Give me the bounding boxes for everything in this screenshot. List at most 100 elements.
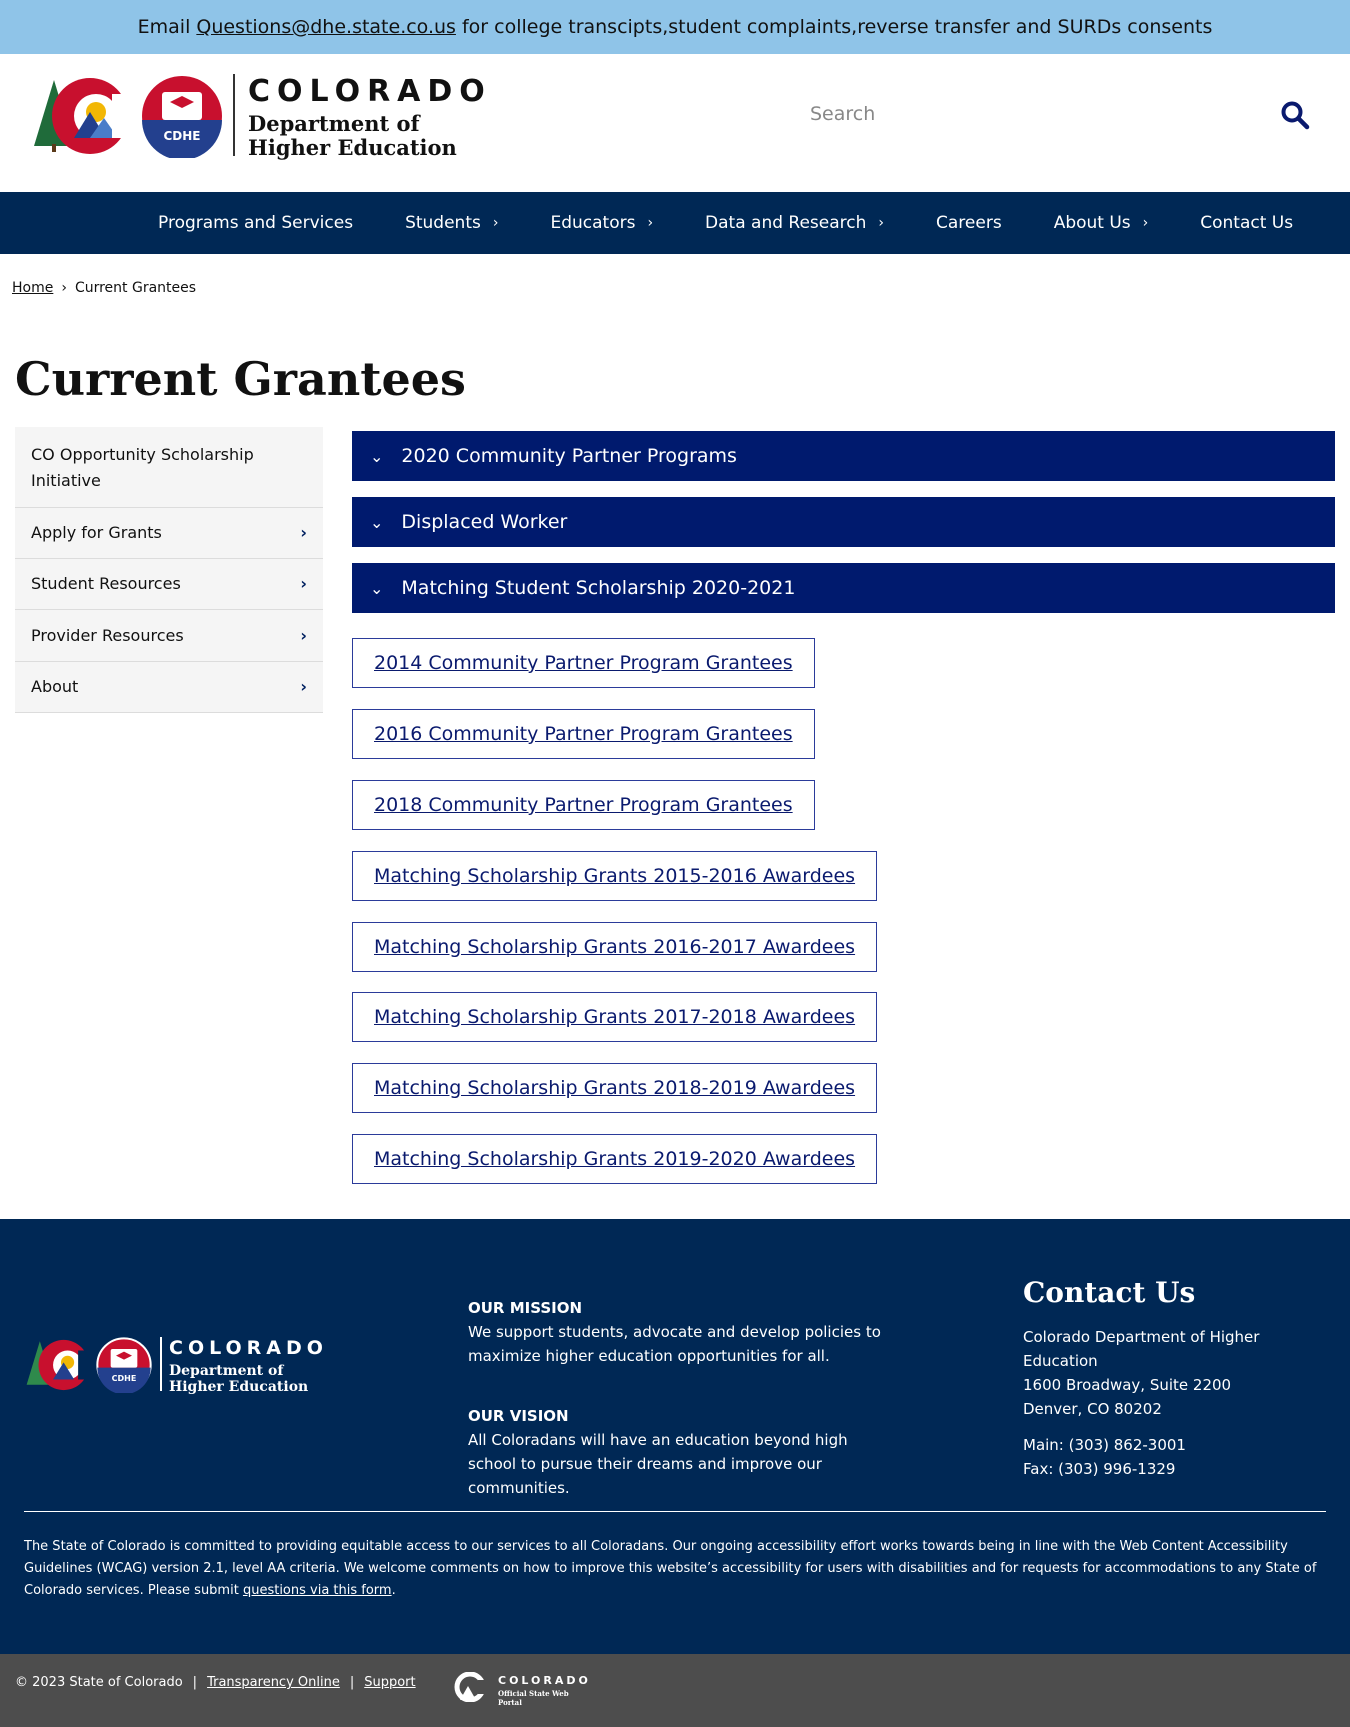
svg-text:CDHE: CDHE xyxy=(112,1374,137,1383)
nav-item-label: Data and Research xyxy=(705,213,867,233)
footer-divider xyxy=(24,1511,1326,1512)
nav-item-contact-us[interactable]: Contact Us xyxy=(1174,192,1319,254)
chevron-right-icon[interactable]: › xyxy=(1143,215,1149,231)
accordion-label: Matching Student Scholarship 2020-2021 xyxy=(401,577,796,599)
announcement-prefix: Email xyxy=(137,16,191,38)
page-title: Current Grantees xyxy=(15,352,466,406)
announcement-bar: Email Questions@dhe.state.co.us for coll… xyxy=(0,0,1350,54)
chevron-down-icon: ⌄ xyxy=(370,578,384,598)
footer-logo-dept: Department of Higher Education xyxy=(169,1363,309,1395)
breadcrumb: Home › Current Grantees xyxy=(12,280,196,296)
search-input[interactable] xyxy=(810,103,1250,125)
sidebar-item-student-resources[interactable]: Student Resources › xyxy=(15,559,323,610)
breadcrumb-home-link[interactable]: Home xyxy=(12,280,53,296)
contact-title: Contact Us xyxy=(1023,1276,1196,1309)
awardees-link-2018-2019[interactable]: Matching Scholarship Grants 2018-2019 Aw… xyxy=(352,1063,878,1113)
contact-phone: Main: (303) 862-3001 xyxy=(1023,1436,1186,1454)
link-label: 2016 Community Partner Program Grantees xyxy=(374,723,793,745)
link-label: Matching Scholarship Grants 2015-2016 Aw… xyxy=(374,865,856,887)
nav-item-label: Students xyxy=(405,213,481,233)
nav-item-careers[interactable]: Careers xyxy=(910,192,1028,254)
link-label: Matching Scholarship Grants 2017-2018 Aw… xyxy=(374,1006,856,1028)
footer-contact: Contact Us Colorado Department of Higher… xyxy=(1023,1276,1333,1481)
link-label: Matching Scholarship Grants 2019-2020 Aw… xyxy=(374,1148,856,1170)
awardees-link-2017-2018[interactable]: Matching Scholarship Grants 2017-2018 Aw… xyxy=(352,992,878,1042)
sidebar-item-co-opportunity-scholarship-initiative[interactable]: CO Opportunity Scholarship Initiative xyxy=(15,427,323,508)
footer-mission: OUR MISSION We support students, advocat… xyxy=(468,1296,888,1368)
mission-text: We support students, advocate and develo… xyxy=(468,1323,881,1365)
awardees-link-2016-2017[interactable]: Matching Scholarship Grants 2016-2017 Aw… xyxy=(352,922,878,972)
nav-item-data-and-research[interactable]: Data and Research › xyxy=(679,192,910,254)
pipe-separator: | xyxy=(192,1675,198,1690)
accessibility-form-link[interactable]: questions via this form xyxy=(243,1583,392,1598)
link-label: 2014 Community Partner Program Grantees xyxy=(374,652,793,674)
bottom-bar-links: © 2023 State of Colorado | Transparency … xyxy=(15,1675,416,1690)
nav-item-programs-and-services[interactable]: Programs and Services xyxy=(132,192,379,254)
nav-item-label: Educators xyxy=(550,213,636,233)
chevron-right-icon[interactable]: › xyxy=(493,215,499,231)
sidebar-item-provider-resources[interactable]: Provider Resources › xyxy=(15,610,323,662)
contact-fax: Fax: (303) 996-1329 xyxy=(1023,1460,1176,1478)
site-footer: CDHE COLORADO Department of Higher Educa… xyxy=(0,1219,1350,1654)
bottom-bar: © 2023 State of Colorado | Transparency … xyxy=(0,1654,1350,1727)
colorado-c-logo-icon xyxy=(26,1339,90,1391)
logo-divider xyxy=(160,1337,162,1391)
support-link[interactable]: Support xyxy=(364,1675,415,1690)
chevron-right-icon[interactable]: › xyxy=(300,623,307,649)
grantees-link-2018[interactable]: 2018 Community Partner Program Grantees xyxy=(352,780,815,830)
colorado-c-logo-icon xyxy=(34,78,130,154)
cdhe-badge-icon: CDHE xyxy=(96,1337,152,1393)
grantees-link-2016[interactable]: 2016 Community Partner Program Grantees xyxy=(352,709,815,759)
chevron-right-icon[interactable]: › xyxy=(647,215,653,231)
nav-item-educators[interactable]: Educators › xyxy=(524,192,679,254)
transparency-online-link[interactable]: Transparency Online xyxy=(207,1675,340,1690)
sidebar-item-label: Apply for Grants xyxy=(31,523,162,542)
cdhe-badge-icon: CDHE xyxy=(142,76,222,158)
colorado-portal-logo-icon xyxy=(454,1672,492,1702)
nav-item-students[interactable]: Students › xyxy=(379,192,524,254)
link-label: Matching Scholarship Grants 2018-2019 Aw… xyxy=(374,1077,856,1099)
chevron-down-icon: ⌄ xyxy=(370,512,384,532)
accordion-displaced-worker[interactable]: ⌄ Displaced Worker xyxy=(352,497,1335,547)
awardees-link-2015-2016[interactable]: Matching Scholarship Grants 2015-2016 Aw… xyxy=(352,851,878,901)
chevron-right-icon[interactable]: › xyxy=(878,215,884,231)
chevron-right-icon[interactable]: › xyxy=(300,674,307,700)
announcement-email-link[interactable]: Questions@dhe.state.co.us xyxy=(196,16,456,38)
sidebar-item-about[interactable]: About › xyxy=(15,662,323,713)
nav-item-about-us[interactable]: About Us › xyxy=(1028,192,1175,254)
mission-title: OUR MISSION xyxy=(468,1299,583,1317)
sidebar-item-label: Provider Resources xyxy=(31,625,184,645)
contact-address-line2: Denver, CO 80202 xyxy=(1023,1400,1162,1418)
chevron-down-icon: ⌄ xyxy=(370,446,384,466)
main-nav: Programs and Services Students › Educator… xyxy=(0,192,1350,254)
site-logo[interactable]: CDHE COLORADO Department of Higher Educa… xyxy=(30,74,490,174)
accordion-2020-community-partner-programs[interactable]: ⌄ 2020 Community Partner Programs xyxy=(352,431,1335,481)
vision-title: OUR VISION xyxy=(468,1407,569,1425)
state-portal-logo[interactable]: COLORADO Official State Web Portal xyxy=(454,1672,594,1707)
sidebar-item-label: About xyxy=(31,677,79,696)
portal-state-name: COLORADO xyxy=(498,1674,591,1687)
awardees-link-2019-2020[interactable]: Matching Scholarship Grants 2019-2020 Aw… xyxy=(352,1134,878,1184)
breadcrumb-separator: › xyxy=(61,280,67,296)
main-nav-items: Programs and Services Students › Educator… xyxy=(132,192,1293,254)
footer-logo[interactable]: CDHE COLORADO Department of Higher Educa… xyxy=(24,1337,334,1407)
footer-logo-state: COLORADO xyxy=(169,1337,328,1359)
chevron-right-icon[interactable]: › xyxy=(300,520,307,546)
sidebar-nav: CO Opportunity Scholarship Initiative Ap… xyxy=(15,427,323,713)
nav-item-label: About Us xyxy=(1053,213,1131,233)
accessibility-text: The State of Colorado is committed to pr… xyxy=(24,1539,1317,1598)
chevron-right-icon[interactable]: › xyxy=(300,571,307,597)
search-icon xyxy=(1281,101,1310,130)
search-button[interactable] xyxy=(1280,100,1310,130)
contact-address-line1: 1600 Broadway, Suite 2200 xyxy=(1023,1376,1232,1394)
sidebar-item-apply-for-grants[interactable]: Apply for Grants › xyxy=(15,508,323,559)
nav-item-label: Programs and Services xyxy=(158,213,354,233)
accessibility-end: . xyxy=(391,1583,396,1598)
announcement-suffix: for college transcipts,student complaint… xyxy=(461,16,1213,38)
site-header: CDHE COLORADO Department of Higher Educa… xyxy=(0,54,1350,192)
logo-state-name: COLORADO xyxy=(248,74,492,109)
grantees-link-2014[interactable]: 2014 Community Partner Program Grantees xyxy=(352,638,815,688)
accordion-label: Displaced Worker xyxy=(401,511,568,533)
accordion-label: 2020 Community Partner Programs xyxy=(401,445,737,467)
accordion-matching-student-scholarship[interactable]: ⌄ Matching Student Scholarship 2020-2021 xyxy=(352,563,1335,613)
